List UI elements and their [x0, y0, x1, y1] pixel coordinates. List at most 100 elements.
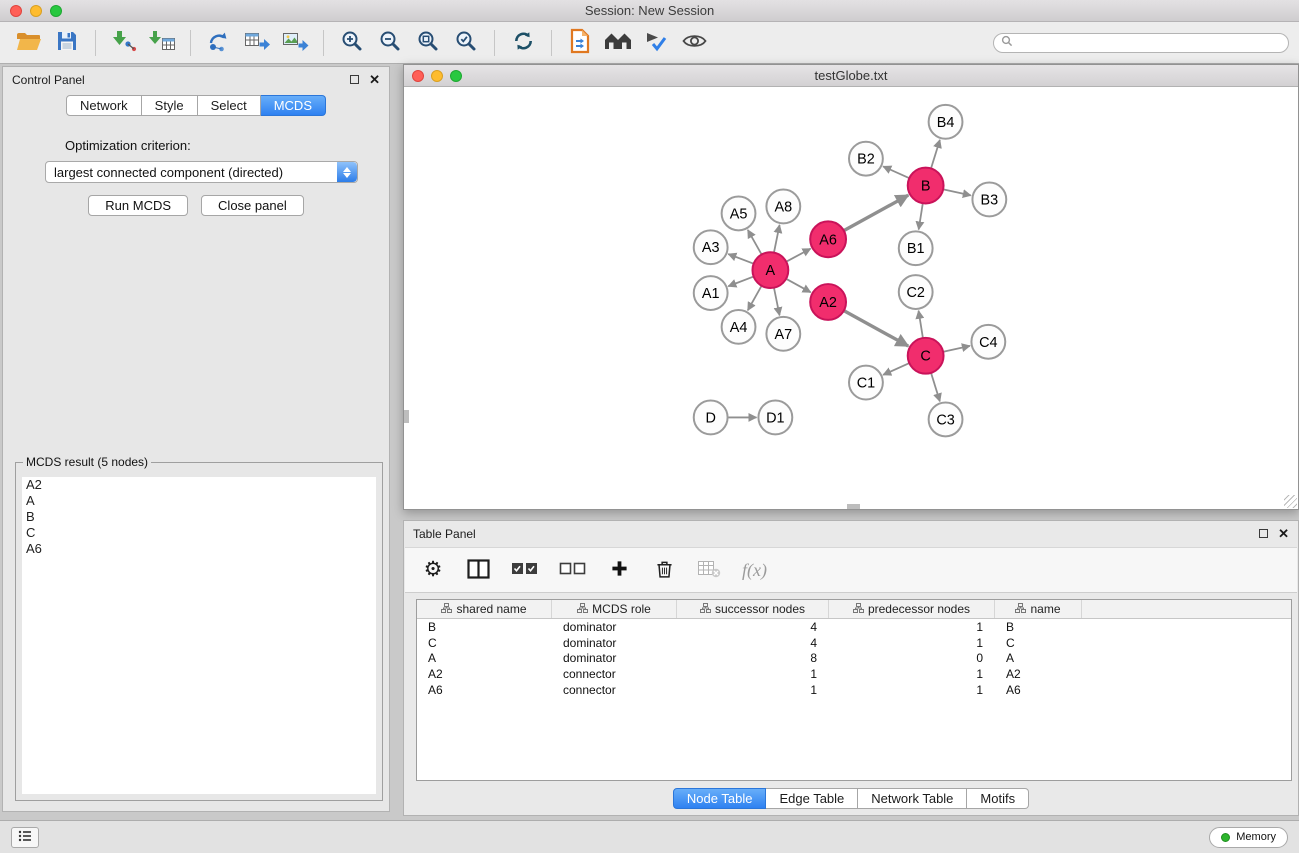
criterion-dropdown[interactable]: largest connected component (directed)	[45, 161, 358, 183]
graph-node-A6[interactable]: A6	[810, 221, 846, 257]
network-zoom-button[interactable]	[450, 70, 462, 82]
graph-node-A7[interactable]: A7	[766, 317, 800, 351]
table-tab-edge-table[interactable]: Edge Table	[766, 788, 858, 809]
graph-node-D1[interactable]: D1	[758, 401, 792, 435]
column-header-MCDS-role[interactable]: MCDS role	[552, 600, 677, 618]
zoom-in-button[interactable]	[333, 27, 371, 59]
column-header-name[interactable]: name	[995, 600, 1082, 618]
graph-edge-A2-C[interactable]	[843, 310, 908, 346]
delete-table-button[interactable]	[697, 557, 721, 583]
graph-edge-A-A4[interactable]	[748, 285, 762, 310]
graph-node-C4[interactable]: C4	[971, 325, 1005, 359]
network-window-titlebar[interactable]: testGlobe.txt	[404, 65, 1298, 87]
column-header-shared-name[interactable]: shared name	[417, 600, 552, 618]
scroll-indicator-bottom[interactable]	[847, 504, 860, 509]
minimize-window-button[interactable]	[30, 5, 42, 17]
function-builder-button[interactable]: f(x)	[742, 557, 767, 583]
import-network-button[interactable]	[105, 27, 143, 59]
zoom-selected-button[interactable]	[447, 27, 485, 59]
table-row[interactable]: Adominator80A	[417, 651, 1291, 667]
graph-node-C1[interactable]: C1	[849, 366, 883, 400]
result-item[interactable]: C	[22, 525, 376, 541]
tab-mcds[interactable]: MCDS	[261, 95, 326, 116]
zoom-fit-button[interactable]	[409, 27, 447, 59]
close-window-button[interactable]	[10, 5, 22, 17]
mcds-result-list[interactable]: A2ABCA6	[22, 477, 376, 794]
fullscreen-window-button[interactable]	[50, 5, 62, 17]
close-panel-button[interactable]: Close panel	[201, 195, 304, 216]
graph-node-B1[interactable]: B1	[899, 231, 933, 265]
graph-edge-A-A2[interactable]	[785, 278, 810, 292]
scroll-indicator-left[interactable]	[404, 410, 409, 423]
search-input[interactable]	[993, 33, 1289, 53]
graph-node-A4[interactable]: A4	[722, 310, 756, 344]
graph-edge-C-C4[interactable]	[942, 346, 970, 352]
graph-node-A[interactable]: A	[752, 252, 788, 288]
graph-edge-A-A5[interactable]	[748, 230, 762, 255]
graph-node-A3[interactable]: A3	[694, 230, 728, 264]
graph-edge-A6-B[interactable]	[843, 195, 908, 231]
table-tab-node-table[interactable]: Node Table	[673, 788, 767, 809]
graph-edge-A-A3[interactable]	[728, 254, 754, 264]
zoom-out-button[interactable]	[371, 27, 409, 59]
graph-edge-A-A8[interactable]	[774, 225, 780, 254]
tab-select[interactable]: Select	[198, 95, 261, 116]
table-close-panel-icon[interactable]: ✕	[1278, 529, 1289, 539]
graph-node-C[interactable]: C	[908, 338, 944, 374]
graph-node-C3[interactable]: C3	[929, 403, 963, 437]
network-close-button[interactable]	[412, 70, 424, 82]
table-row[interactable]: A6connector11A6	[417, 682, 1291, 698]
graph-edge-B-B4[interactable]	[931, 140, 940, 170]
table-float-panel-icon[interactable]	[1259, 529, 1268, 538]
graph-node-B[interactable]: B	[908, 168, 944, 204]
select-all-button[interactable]	[511, 557, 538, 583]
result-item[interactable]: A6	[22, 541, 376, 557]
refresh-button[interactable]	[504, 27, 542, 59]
panel-menu-button[interactable]	[11, 827, 39, 848]
graph-edge-B-B3[interactable]	[942, 189, 971, 195]
graph-edge-A-A6[interactable]	[785, 249, 810, 263]
graph-node-C2[interactable]: C2	[899, 275, 933, 309]
memory-button[interactable]: Memory	[1209, 827, 1288, 848]
open-file-button[interactable]	[10, 27, 48, 59]
table-tab-network-table[interactable]: Network Table	[858, 788, 967, 809]
tab-network[interactable]: Network	[66, 95, 142, 116]
add-row-button[interactable]	[607, 557, 631, 583]
graph-node-B2[interactable]: B2	[849, 142, 883, 176]
tab-style[interactable]: Style	[142, 95, 198, 116]
settings-gear-button[interactable]: ⚙	[421, 557, 445, 583]
table-tab-motifs[interactable]: Motifs	[967, 788, 1029, 809]
result-item[interactable]: B	[22, 509, 376, 525]
graph-node-A8[interactable]: A8	[766, 190, 800, 224]
export-table-button[interactable]	[238, 27, 276, 59]
first-neighbors-button[interactable]	[599, 27, 637, 59]
column-header-successor-nodes[interactable]: successor nodes	[677, 600, 829, 618]
graph-edge-C-C3[interactable]	[931, 372, 940, 402]
show-hide-eye-button[interactable]	[675, 27, 713, 59]
deselect-all-button[interactable]	[559, 557, 586, 583]
import-table-button[interactable]	[143, 27, 181, 59]
network-minimize-button[interactable]	[431, 70, 443, 82]
graph-node-A5[interactable]: A5	[722, 196, 756, 230]
graph-edge-C-C2[interactable]	[919, 311, 923, 339]
result-item[interactable]: A2	[22, 477, 376, 493]
graph-node-D[interactable]: D	[694, 401, 728, 435]
graph-edge-C-C1[interactable]	[883, 363, 910, 375]
column-header-predecessor-nodes[interactable]: predecessor nodes	[829, 600, 995, 618]
layout-document-button[interactable]	[561, 27, 599, 59]
run-mcds-button[interactable]: Run MCDS	[88, 195, 188, 216]
graph-edge-B-B2[interactable]	[883, 166, 910, 178]
graph-edge-B-B1[interactable]	[919, 202, 923, 229]
resize-grip-icon[interactable]	[1284, 495, 1297, 508]
network-graph[interactable]: A A6 A2 B C A1 A3 A4 A5 A7 A8 B1 B2	[405, 88, 1297, 508]
export-network-button[interactable]	[200, 27, 238, 59]
export-image-button[interactable]	[276, 27, 314, 59]
graph-edge-A-A7[interactable]	[774, 287, 780, 316]
graph-canvas[interactable]: A A6 A2 B C A1 A3 A4 A5 A7 A8 B1 B2	[405, 88, 1297, 508]
float-panel-icon[interactable]	[350, 75, 359, 84]
select-check-button[interactable]	[637, 27, 675, 59]
table-row[interactable]: Bdominator41B	[417, 619, 1291, 635]
graph-node-B4[interactable]: B4	[929, 105, 963, 139]
table-row[interactable]: Cdominator41C	[417, 635, 1291, 651]
save-session-button[interactable]	[48, 27, 86, 59]
